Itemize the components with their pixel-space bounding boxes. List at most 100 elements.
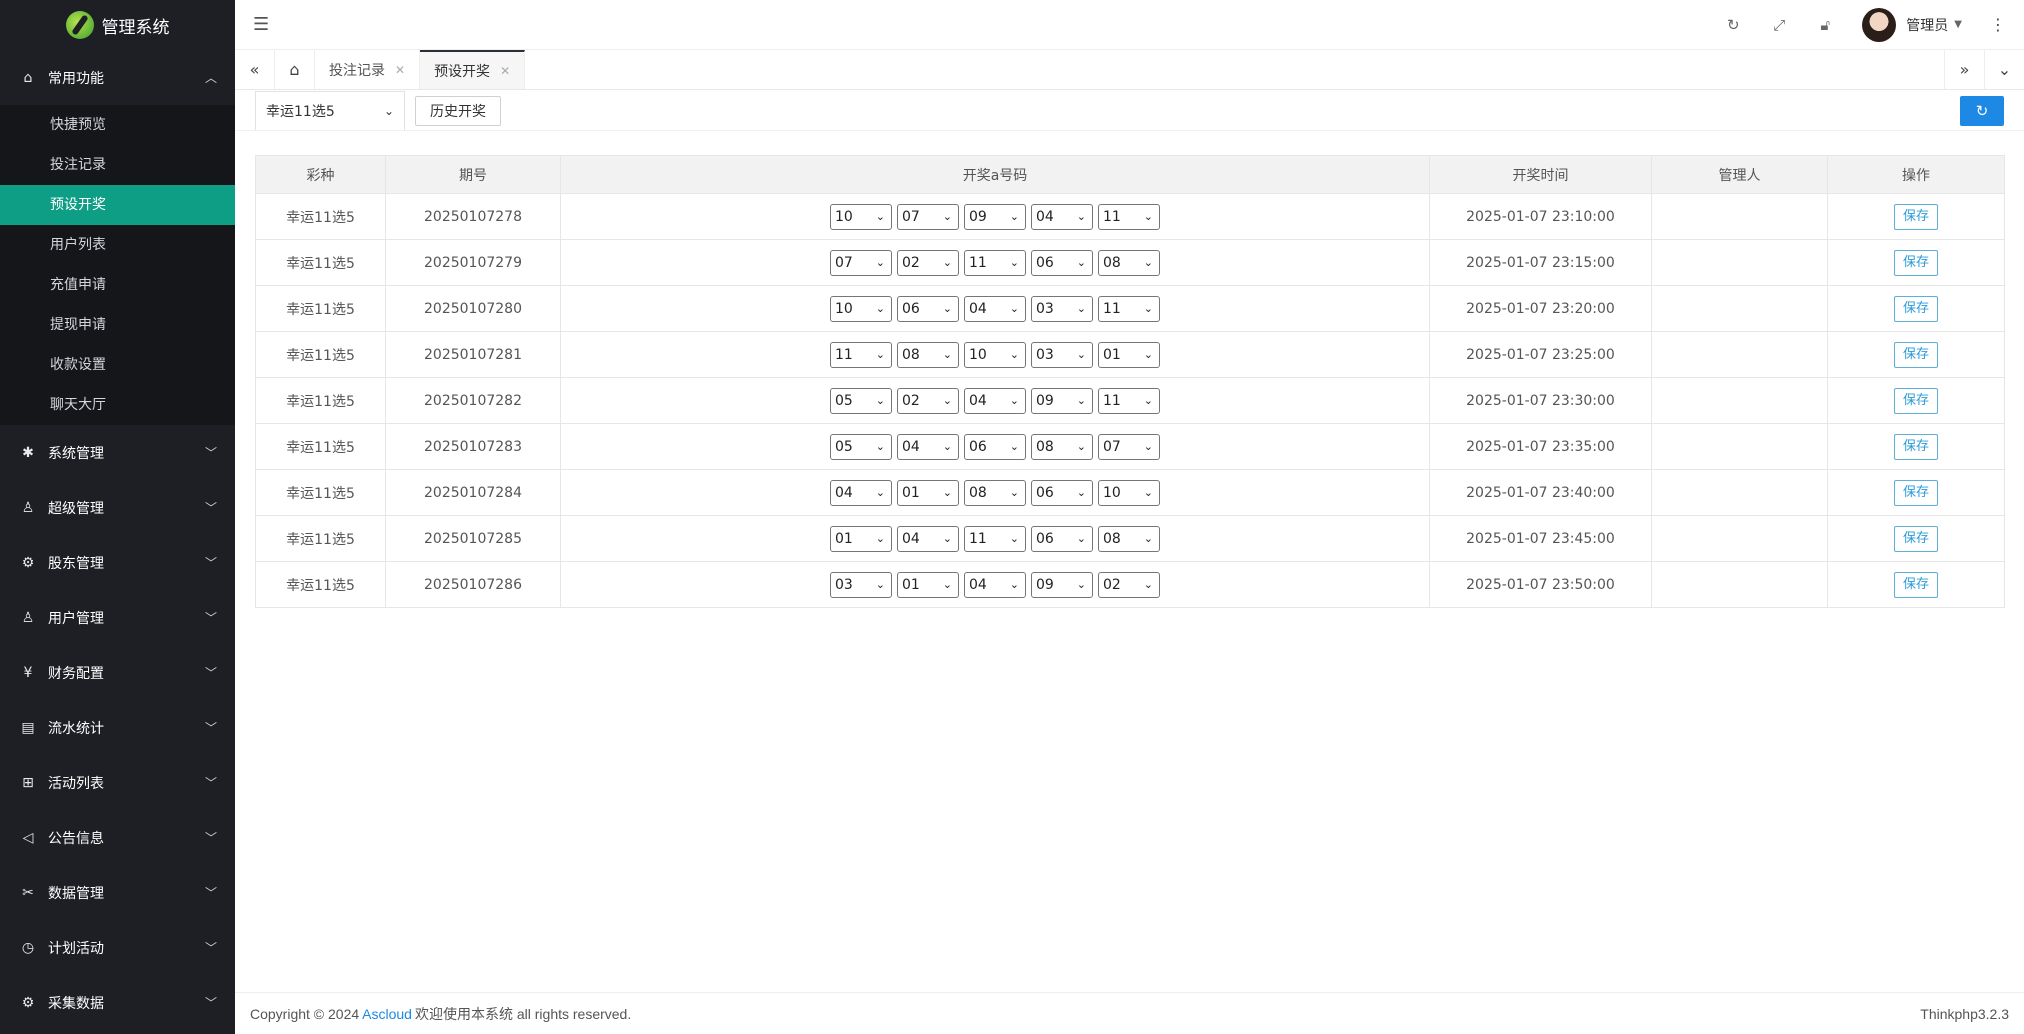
sidebar-group[interactable]: ⊞ 活动列表 ﹀ <box>0 755 235 810</box>
draw-number-select[interactable]: 01 ⌄ <box>830 525 892 552</box>
sidebar-group[interactable]: ✂ 数据管理 ﹀ <box>0 865 235 920</box>
draw-number-select[interactable]: 04 ⌄ <box>964 387 1026 414</box>
toolbar: 幸运11选5 ⌄ 历史开奖 ↻ <box>255 91 2004 131</box>
doc-icon: ▤ <box>21 719 35 736</box>
draw-number-select[interactable]: 02 ⌄ <box>1098 571 1160 598</box>
refresh-icon[interactable]: ↻ <box>1724 16 1742 34</box>
draw-number-select[interactable]: 11 ⌄ <box>1098 295 1160 322</box>
sidebar-group[interactable]: ⚙ 股东管理 ﹀ <box>0 535 235 590</box>
draw-number-select[interactable]: 10 ⌄ <box>1098 479 1160 506</box>
sidebar-group[interactable]: ⚙ 采集数据 ﹀ <box>0 975 235 1030</box>
draw-number-select[interactable]: 01 ⌄ <box>1098 341 1160 368</box>
sidebar-group-common[interactable]: ⌂ 常用功能 ︿ <box>0 50 235 105</box>
draw-number-select[interactable]: 05 ⌄ <box>830 433 892 460</box>
sidebar-item[interactable]: 预设开奖 <box>0 185 235 225</box>
draw-number-select[interactable]: 07 ⌄ <box>1098 433 1160 460</box>
app-logo[interactable]: 管理系统 <box>0 0 235 50</box>
sidebar-item[interactable]: 聊天大厅 <box>0 385 235 425</box>
draw-number-select[interactable]: 09 ⌄ <box>964 203 1026 230</box>
sidebar-group[interactable]: ◷ 计划活动 ﹀ <box>0 920 235 975</box>
draw-number-select[interactable]: 11 ⌄ <box>964 249 1026 276</box>
draw-number-select[interactable]: 06 ⌄ <box>1031 479 1093 506</box>
close-icon[interactable]: ✕ <box>500 64 510 78</box>
save-button[interactable]: 保存 <box>1893 571 1938 598</box>
draw-number-select[interactable]: 04 ⌄ <box>897 525 959 552</box>
brand-link[interactable]: Ascloud <box>362 1006 412 1022</box>
sidebar-group-label: 超级管理 <box>48 500 104 517</box>
draw-number-select[interactable]: 11 ⌄ <box>1098 387 1160 414</box>
draw-number-select[interactable]: 05 ⌄ <box>830 387 892 414</box>
draw-number-select[interactable]: 10 ⌄ <box>830 295 892 322</box>
home-tab-icon[interactable]: ⌂ <box>275 50 315 89</box>
save-button[interactable]: 保存 <box>1893 249 1938 276</box>
draw-number-select[interactable]: 07 ⌄ <box>830 249 892 276</box>
draw-number-select[interactable]: 07 ⌄ <box>897 203 959 230</box>
draw-number-select[interactable]: 08 ⌄ <box>1098 525 1160 552</box>
draw-number-select[interactable]: 06 ⌄ <box>1031 525 1093 552</box>
tab-bet-records[interactable]: 投注记录 ✕ <box>315 50 421 89</box>
close-icon[interactable]: ✕ <box>395 63 405 77</box>
sidebar-group[interactable]: ¥ 财务配置 ﹀ <box>0 645 235 700</box>
draw-number-select[interactable]: 02 ⌄ <box>897 387 959 414</box>
draw-number-select[interactable]: 01 ⌄ <box>897 571 959 598</box>
sidebar-group[interactable]: ♙ 超级管理 ﹀ <box>0 480 235 535</box>
lottery-select[interactable]: 幸运11选5 ⌄ <box>255 91 405 131</box>
refresh-button[interactable]: ↻ <box>1960 96 2004 126</box>
sidebar-group[interactable]: ◁ 公告信息 ﹀ <box>0 810 235 865</box>
draw-number-select[interactable]: 08 ⌄ <box>1098 249 1160 276</box>
draw-number-select[interactable]: 01 ⌄ <box>897 479 959 506</box>
save-button[interactable]: 保存 <box>1893 203 1938 230</box>
draw-number-select[interactable]: 04 ⌄ <box>964 571 1026 598</box>
tabs-scroll-left-icon[interactable]: « <box>235 50 275 89</box>
sidebar-item[interactable]: 充值申请 <box>0 265 235 305</box>
draw-number-select[interactable]: 08 ⌄ <box>964 479 1026 506</box>
draw-number-select[interactable]: 03 ⌄ <box>1031 341 1093 368</box>
chevron-down-icon: ⌄ <box>1076 394 1086 407</box>
save-button[interactable]: 保存 <box>1893 479 1938 506</box>
draw-number-selects: 04 ⌄ 01 ⌄ 08 ⌄ 06 ⌄ 10 ⌄ <box>830 479 1160 506</box>
draw-number-select[interactable]: 09 ⌄ <box>1031 571 1093 598</box>
fullscreen-icon[interactable]: ⤢ <box>1770 16 1788 34</box>
sidebar-item[interactable]: 投注记录 <box>0 145 235 185</box>
draw-number-select[interactable]: 03 ⌄ <box>830 571 892 598</box>
save-button[interactable]: 保存 <box>1893 387 1938 414</box>
draw-number-select[interactable]: 10 ⌄ <box>964 341 1026 368</box>
draw-number-select[interactable]: 11 ⌄ <box>1098 203 1160 230</box>
sidebar-group-label: 流水统计 <box>48 720 104 737</box>
draw-number-select[interactable]: 04 ⌄ <box>897 433 959 460</box>
draw-number-select[interactable]: 04 ⌄ <box>1031 203 1093 230</box>
more-vertical-icon[interactable]: ⋮ <box>1990 15 2006 34</box>
draw-number-select[interactable]: 04 ⌄ <box>964 295 1026 322</box>
draw-number-select[interactable]: 10 ⌄ <box>830 203 892 230</box>
tabs-dropdown-icon[interactable]: ⌄ <box>1984 50 2024 89</box>
sidebar-item[interactable]: 快捷预览 <box>0 105 235 145</box>
draw-number-select[interactable]: 06 ⌄ <box>1031 249 1093 276</box>
tab-preset-draw[interactable]: 预设开奖 ✕ <box>420 50 526 89</box>
save-button[interactable]: 保存 <box>1893 295 1938 322</box>
save-button[interactable]: 保存 <box>1893 433 1938 460</box>
sidebar-item[interactable]: 提现申请 <box>0 305 235 345</box>
sidebar-item[interactable]: 用户列表 <box>0 225 235 265</box>
user-menu[interactable]: 管理员 ▼ <box>1862 7 1962 42</box>
draw-number-select[interactable]: 11 ⌄ <box>830 341 892 368</box>
sidebar-group[interactable]: ▤ 流水统计 ﹀ <box>0 700 235 755</box>
draw-number-select[interactable]: 08 ⌄ <box>1031 433 1093 460</box>
lock-icon[interactable]: 🔓︎ <box>1816 16 1834 34</box>
draw-number-select[interactable]: 06 ⌄ <box>897 295 959 322</box>
draw-number-select[interactable]: 04 ⌄ <box>830 479 892 506</box>
draw-number-select[interactable]: 08 ⌄ <box>897 341 959 368</box>
menu-toggle-icon[interactable]: ☰ <box>253 14 273 35</box>
draw-number-select[interactable]: 09 ⌄ <box>1031 387 1093 414</box>
sidebar-item[interactable]: 收款设置 <box>0 345 235 385</box>
draw-number-select[interactable]: 02 ⌄ <box>897 249 959 276</box>
sidebar-group[interactable]: ✱ 系统管理 ﹀ <box>0 425 235 480</box>
draw-number-value: 02 <box>1103 576 1121 593</box>
draw-number-select[interactable]: 03 ⌄ <box>1031 295 1093 322</box>
history-draw-button[interactable]: 历史开奖 <box>415 96 501 126</box>
save-button[interactable]: 保存 <box>1893 341 1938 368</box>
draw-number-select[interactable]: 06 ⌄ <box>964 433 1026 460</box>
save-button[interactable]: 保存 <box>1893 525 1938 552</box>
draw-number-select[interactable]: 11 ⌄ <box>964 525 1026 552</box>
tabs-scroll-right-icon[interactable]: » <box>1944 50 1984 89</box>
sidebar-group[interactable]: ♙ 用户管理 ﹀ <box>0 590 235 645</box>
